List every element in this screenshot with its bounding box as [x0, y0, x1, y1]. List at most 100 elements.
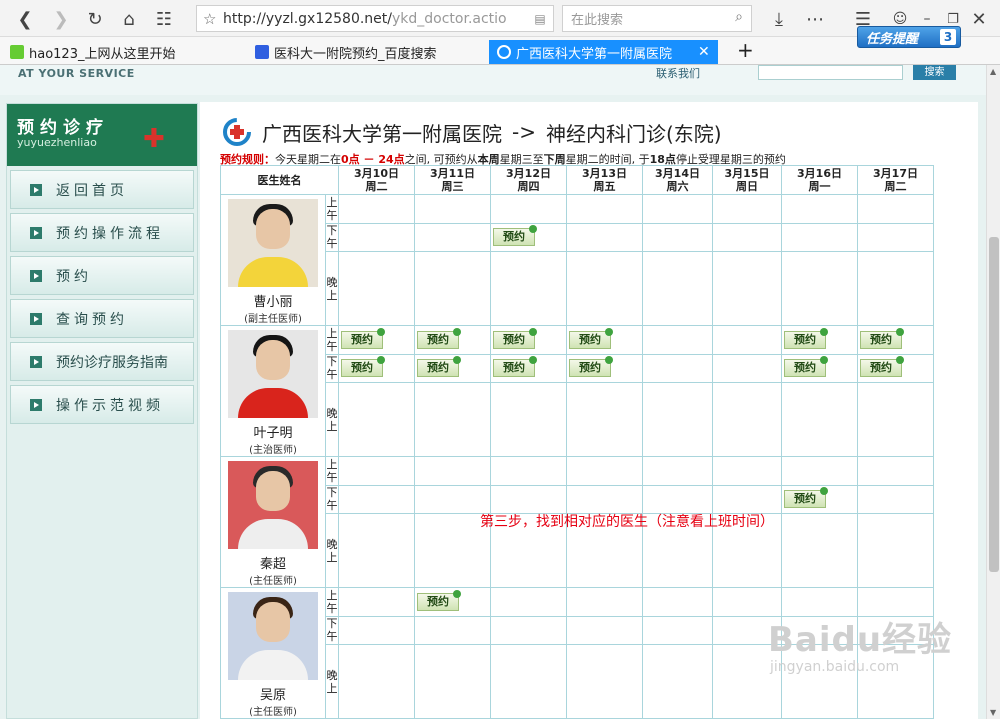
period-label: 上午 [325, 587, 339, 617]
sidebar-item-home[interactable]: 返回首页 [10, 170, 194, 209]
book-button[interactable]: 预约 [417, 589, 461, 611]
scroll-up-icon[interactable]: ▲ [990, 67, 996, 76]
forward-icon[interactable]: ❯ [48, 6, 74, 32]
slot-cell [338, 615, 415, 646]
reload-icon[interactable]: ↻ [82, 6, 108, 32]
sidebar-item-label: 查询预约 [56, 311, 128, 328]
day-date: 3月16日 [797, 167, 842, 180]
slot-cell [642, 251, 713, 326]
slot-cell [338, 484, 415, 515]
day-week: 周日 [736, 180, 758, 193]
reader-icon[interactable]: ☷ [151, 6, 177, 32]
book-button[interactable]: 预约 [341, 356, 385, 378]
home-icon[interactable]: ⌂ [116, 6, 142, 32]
tab-hao123[interactable]: hao123_上网从这里开始 [10, 40, 175, 64]
sidebar-item-book[interactable]: 预约 [10, 256, 194, 295]
slot-cell: 预约 [781, 325, 858, 355]
address-bar[interactable]: ☆ http://yyzl.gx12580.net/ykd_doctor.act… [196, 5, 554, 32]
day-header: 3月16日 周一 [781, 165, 858, 195]
book-button[interactable]: 预约 [417, 327, 461, 349]
scrollbar-thumb[interactable] [989, 237, 999, 572]
period-label: 下午 [325, 484, 339, 515]
doctor-photo [228, 330, 318, 418]
slot-cell [642, 456, 713, 486]
day-week: 周一 [808, 180, 831, 193]
table-row: 下午 预约 [221, 222, 934, 253]
slot-cell: 预约 [414, 353, 491, 384]
sidebar-item-guide[interactable]: 预约诊疗服务指南 [10, 342, 194, 381]
slot-cell [712, 456, 782, 486]
table-row: 下午 预约 [221, 484, 934, 515]
period-label: 下午 [325, 615, 339, 646]
more-icon[interactable]: ⋯ [802, 6, 828, 32]
book-button[interactable]: 预约 [341, 327, 385, 349]
site-search-button[interactable]: 搜索 [913, 65, 956, 80]
download-icon[interactable]: ⤓ [766, 6, 792, 32]
slot-cell [566, 222, 643, 253]
watermark-title: Baidu经验 [768, 620, 953, 660]
close-tab-icon[interactable]: ✕ [698, 44, 710, 60]
doctor-column-header: 医生姓名 [220, 165, 339, 195]
task-reminder-button[interactable]: 任务提醒 3 [857, 26, 961, 48]
doctor-name[interactable]: 曹小丽 [221, 291, 325, 310]
doctor-title: (主治医师) [249, 445, 297, 456]
slot-cell [857, 222, 934, 253]
slot-cell [642, 194, 713, 224]
close-window-icon[interactable]: ✕ [966, 6, 992, 32]
sidebar: 预约诊疗 yuyuezhenliao ✚ 返回首页 预约操作流程 预约 查询预约… [6, 103, 198, 719]
book-button[interactable]: 预约 [493, 356, 537, 378]
doctor-title: (主任医师) [249, 707, 297, 718]
book-button[interactable]: 预约 [569, 356, 613, 378]
service-slogan: AT YOUR SERVICE [18, 67, 135, 80]
book-button[interactable]: 预约 [784, 327, 828, 349]
slot-cell [414, 644, 491, 719]
watermark-url: jingyan.baidu.com [770, 659, 900, 675]
doctor-name[interactable]: 叶子明 [221, 422, 325, 441]
period-label: 下午 [325, 222, 339, 253]
slot-cell [712, 251, 782, 326]
book-button[interactable]: 预约 [860, 327, 904, 349]
slot-cell [338, 382, 415, 457]
back-icon[interactable]: ❮ [12, 6, 38, 32]
period-label: 上午 [325, 456, 339, 486]
book-button[interactable]: 预约 [860, 356, 904, 378]
search-icon[interactable]: ⌕ [735, 9, 743, 25]
doctor-name[interactable]: 秦超 [221, 553, 325, 572]
book-button[interactable]: 预约 [417, 356, 461, 378]
day-week: 周四 [517, 180, 540, 193]
slot-cell [781, 194, 858, 224]
book-button[interactable]: 预约 [784, 356, 828, 378]
contact-link[interactable]: 联系我们 [656, 65, 700, 81]
tab-bar: hao123_上网从这里开始 医科大一附院预约_百度搜索 广西医科大学第一附属医… [0, 37, 1000, 65]
sidebar-item-query[interactable]: 查询预约 [10, 299, 194, 338]
slot-cell [781, 456, 858, 486]
bullet-icon [30, 312, 42, 325]
page-icon[interactable]: ▤ [527, 6, 553, 32]
book-button[interactable]: 预约 [493, 327, 537, 349]
tab-baidu-search[interactable]: 医科大一附院预约_百度搜索 [255, 40, 437, 64]
doctor-name[interactable]: 吴原 [221, 684, 325, 703]
book-button[interactable]: 预约 [493, 225, 537, 247]
sidebar-item-video[interactable]: 操作示范视频 [10, 385, 194, 424]
tab-hospital[interactable]: 广西医科大学第一附属医院 ✕ [489, 40, 718, 64]
table-row: 晚上 [221, 382, 934, 457]
slot-cell [338, 456, 415, 486]
doctor-cell: 叶子明 (主治医师) [220, 325, 326, 457]
page-scrollbar[interactable]: ▲ ▼ [986, 65, 1000, 719]
day-header: 3月11日 周三 [414, 165, 491, 195]
slot-cell: 预约 [414, 325, 491, 355]
scroll-down-icon[interactable]: ▼ [990, 708, 996, 717]
new-tab-icon[interactable]: + [737, 38, 754, 62]
slot-cell [857, 456, 934, 486]
bookmark-star-icon[interactable]: ☆ [203, 10, 223, 28]
slot-cell: 预约 [781, 484, 858, 515]
book-button[interactable]: 预约 [569, 327, 613, 349]
slot-cell [642, 353, 713, 384]
book-button[interactable]: 预约 [784, 487, 828, 509]
period-label: 晚上 [325, 251, 339, 326]
slot-cell [566, 484, 643, 515]
rule-text: 停止受理星期三的预约 [675, 153, 786, 165]
search-input[interactable]: 在此搜索 ⌕ [562, 5, 752, 32]
sidebar-item-process[interactable]: 预约操作流程 [10, 213, 194, 252]
site-search-input[interactable] [758, 65, 903, 80]
